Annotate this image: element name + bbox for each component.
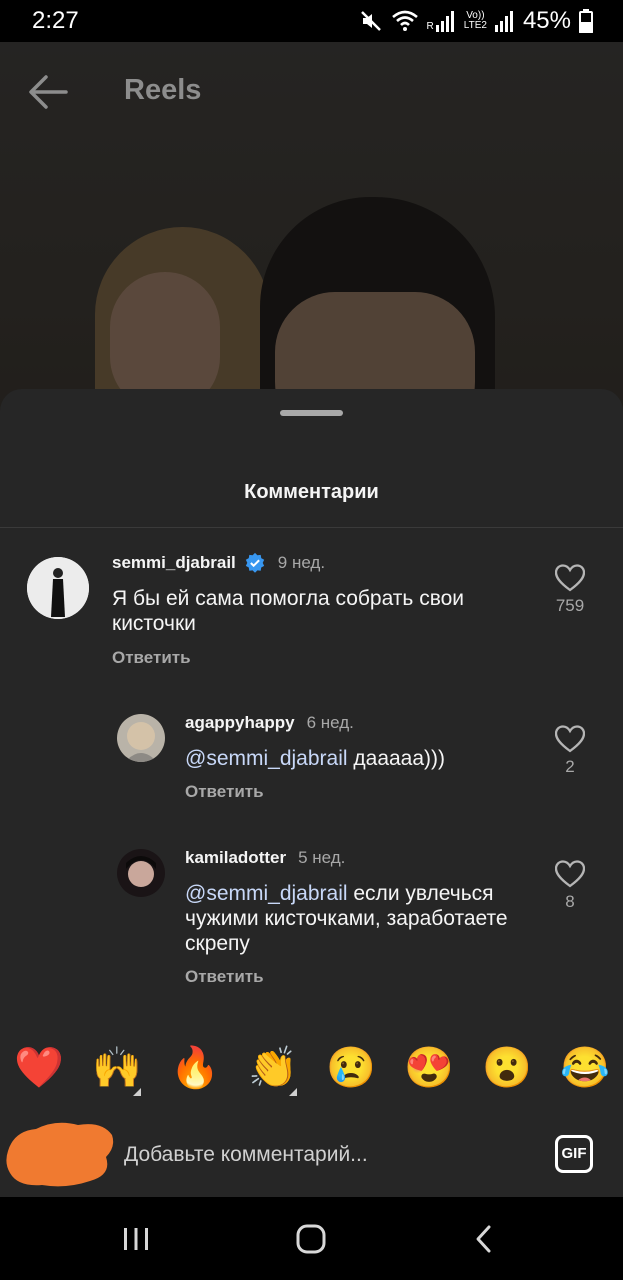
like-count: 8 (565, 892, 575, 911)
emoji-fire[interactable]: 🔥 (167, 1040, 223, 1096)
emoji-crying[interactable]: 😢 (323, 1040, 379, 1096)
wifi-icon (391, 10, 418, 31)
recent-apps-button[interactable] (114, 1221, 158, 1257)
battery-percent: 45% (522, 7, 571, 34)
emoji-laughing[interactable]: 😂 (557, 1040, 613, 1096)
mute-icon (360, 11, 381, 31)
mention-link[interactable]: @semmi_djabrail (185, 882, 348, 905)
lte-label: LTE2 (463, 20, 487, 31)
comment-username[interactable]: kamiladotter (185, 848, 286, 868)
back-chevron-icon (476, 1225, 491, 1253)
comment-text: @semmi_djabrail если увлечься чужими кис… (185, 881, 540, 956)
reels-header: Reels (0, 42, 623, 142)
user-avatar-redacted (6, 1122, 114, 1187)
recent-apps-icon (124, 1228, 148, 1250)
emoji-clapping[interactable]: 👏 (245, 1040, 301, 1096)
like-control: 8 (550, 860, 590, 912)
signal-icon-1 (435, 11, 454, 32)
emoji-bar: ❤️ 🙌 🔥 👏 😢 😍 😮 😂 (0, 1040, 623, 1100)
skin-tone-indicator (133, 1088, 141, 1096)
system-nav-bar (0, 1197, 623, 1280)
comment-time: 5 нед. (298, 848, 346, 867)
emoji-surprised[interactable]: 😮 (479, 1040, 535, 1096)
reply-button[interactable]: Ответить (185, 967, 264, 987)
home-button[interactable] (289, 1221, 333, 1257)
roaming-label: R (426, 21, 434, 32)
emoji-heart-eyes[interactable]: 😍 (401, 1040, 457, 1096)
avatar[interactable] (117, 849, 165, 897)
emoji-heart[interactable]: ❤️ (11, 1040, 67, 1096)
comment-header: kamiladotter 5 нед. (185, 848, 345, 868)
comment-input-row: GIF (0, 1115, 623, 1197)
back-arrow-icon[interactable] (26, 72, 70, 112)
home-icon (296, 1224, 326, 1254)
emoji-raised-hands[interactable]: 🙌 (89, 1040, 145, 1096)
back-button[interactable] (462, 1221, 506, 1257)
signal-icon-2 (494, 11, 513, 32)
skin-tone-indicator (289, 1088, 297, 1096)
battery-icon (579, 9, 593, 33)
comment-input[interactable] (124, 1139, 524, 1171)
reply-item: kamiladotter 5 нед. @semmi_djabrail если… (0, 389, 623, 989)
heart-icon[interactable] (555, 860, 585, 888)
page-title: Reels (124, 74, 202, 106)
status-time: 2:27 (32, 7, 79, 34)
status-bar: 2:27 R Vo)) LTE2 45% (0, 0, 623, 42)
gif-button[interactable]: GIF (555, 1135, 593, 1173)
status-icons: R Vo)) LTE2 45% (359, 7, 593, 35)
